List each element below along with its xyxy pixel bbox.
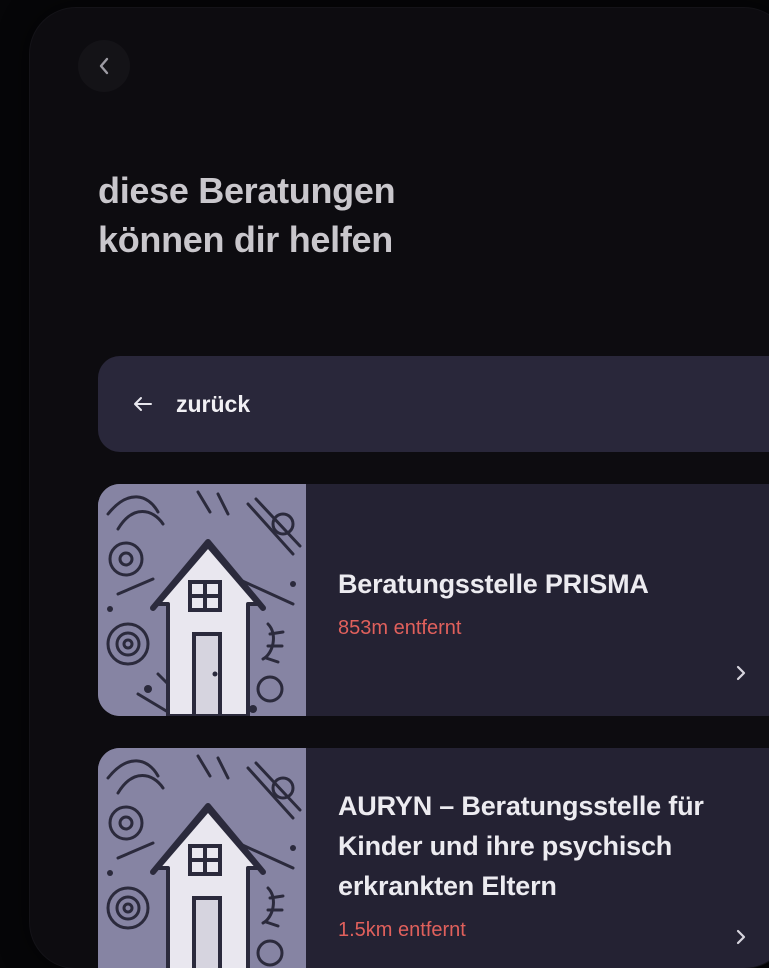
chevron-right-icon xyxy=(736,665,746,681)
result-card-title: Beratungsstelle PRISMA xyxy=(338,569,649,599)
back-row-button[interactable]: zurück xyxy=(98,356,769,452)
result-card-text: AURYN – Beratungsstelle für Kinder und i… xyxy=(338,786,730,944)
result-card-distance: 853m entfernt xyxy=(338,617,462,639)
house-illustration-thumbnail xyxy=(98,484,306,716)
result-card-text: Beratungsstelle PRISMA 853m entfernt xyxy=(338,564,730,642)
result-card-prisma[interactable]: Beratungsstelle PRISMA 853m entfernt xyxy=(98,484,769,716)
page-title-line-1: diese Beratungen xyxy=(98,170,396,211)
house-illustration-thumbnail xyxy=(98,748,306,968)
chevron-right-icon xyxy=(736,929,746,945)
house-illustration-image xyxy=(98,748,306,968)
page-title-line-2: können dir helfen xyxy=(98,219,393,260)
arrow-left-icon xyxy=(132,393,154,415)
result-card-auryn[interactable]: AURYN – Beratungsstelle für Kinder und i… xyxy=(98,748,769,968)
result-card-title: AURYN – Beratungsstelle für Kinder und i… xyxy=(338,791,704,901)
page-title: diese Beratungen können dir helfen xyxy=(98,166,396,264)
back-button[interactable] xyxy=(78,40,130,92)
chevron-left-icon xyxy=(99,57,109,75)
result-card-distance: 1.5km entfernt xyxy=(338,919,466,941)
house-illustration-image xyxy=(98,484,306,716)
app-screen: diese Beratungen können dir helfen zurüc… xyxy=(30,8,769,968)
back-row-label: zurück xyxy=(176,390,251,417)
